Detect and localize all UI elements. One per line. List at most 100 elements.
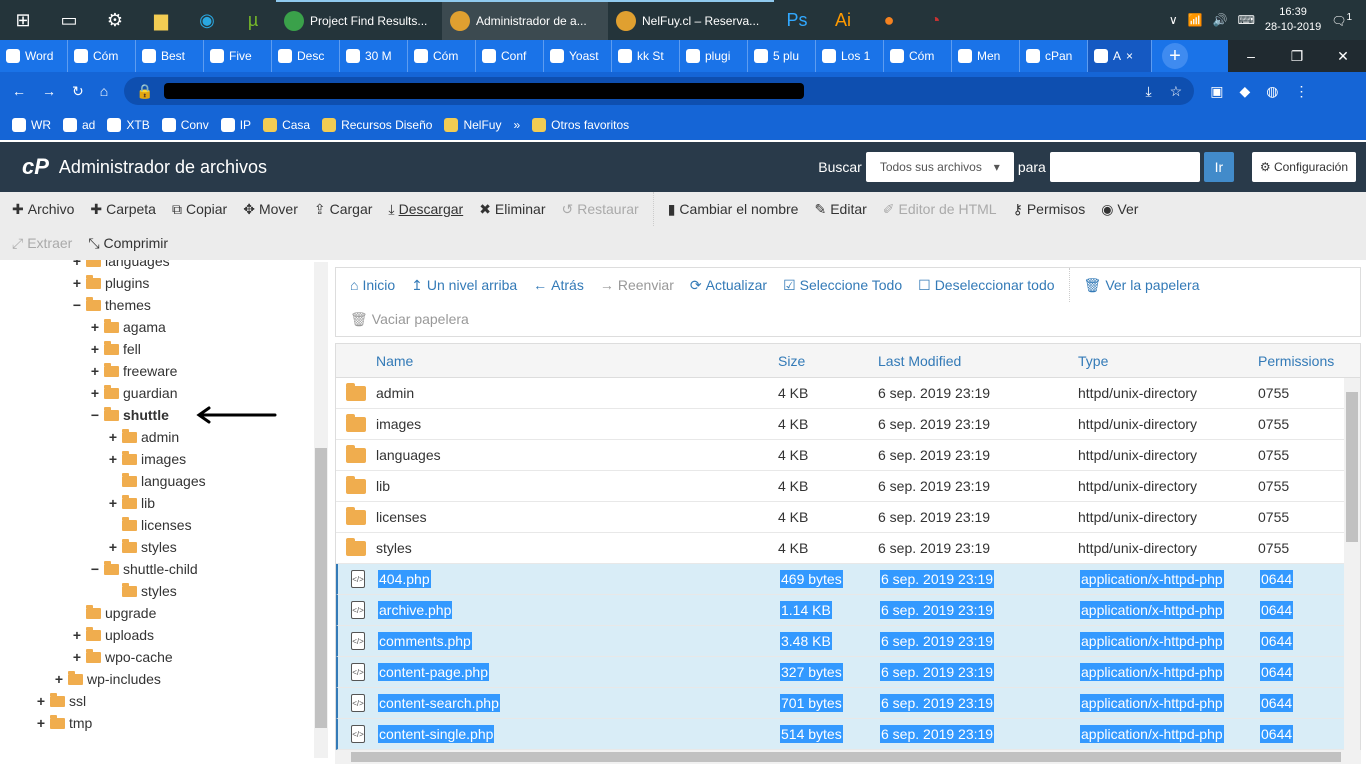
browser-tab[interactable]: 5 plu (748, 40, 816, 72)
toolbar-archivo-button[interactable]: ✚ Archivo (4, 192, 82, 226)
expand-toggle-icon[interactable]: + (72, 260, 82, 269)
tree-node-wpo-cache[interactable]: + wpo-cache (72, 646, 173, 668)
action-actualizar-button[interactable]: ⟳ Actualizar (682, 277, 775, 294)
tree-node-images[interactable]: + images (108, 448, 186, 470)
file-row[interactable]: </> content-page.php 327 bytes 6 sep. 2019 … (336, 657, 1360, 688)
toolbar-extraer-button[interactable]: ⤢ Extraer (4, 226, 80, 260)
restore-button[interactable]: ❐ (1274, 40, 1320, 72)
browser-tab[interactable]: 30 M (340, 40, 408, 72)
search-input[interactable] (1049, 152, 1200, 182)
profile-avatar[interactable]: ◍ (1266, 83, 1278, 100)
file-row[interactable]: admin 4 KB 6 sep. 2019 23:19 httpd/unix-dir… (336, 378, 1360, 409)
file-row[interactable]: </> content-single.php 514 bytes 6 sep. 201… (336, 719, 1360, 750)
action-reenviar-button[interactable]: → Reenviar (592, 277, 682, 293)
bookmark-item[interactable]: Recursos Diseño (322, 118, 432, 132)
keyboard-icon[interactable]: ⌨ (1238, 13, 1255, 27)
toolbar-eliminar-button[interactable]: ✖ Eliminar (471, 192, 553, 226)
action-deseleccionar-todo-button[interactable]: ☐ Deseleccionar todo (910, 277, 1062, 294)
taskbar-app[interactable]: NelFuy.cl – Reserva... (608, 0, 774, 40)
expand-toggle-icon[interactable]: + (36, 693, 46, 709)
toolbar-mover-button[interactable]: ✥ Mover (235, 192, 306, 226)
browser-tab[interactable]: Conf (476, 40, 544, 72)
minimize-button[interactable]: – (1228, 40, 1274, 72)
tree-node-upgrade[interactable]: upgrade (72, 602, 156, 624)
bookmark-item[interactable]: Otros favoritos (532, 118, 629, 132)
bookmark-star-icon[interactable]: ☆ (1170, 83, 1183, 100)
task-view-icon[interactable]: ▭ (46, 0, 92, 40)
action-vaciar-papelera-button[interactable]: 🗑 Vaciar papelera (342, 311, 477, 328)
expand-toggle-icon[interactable]: + (72, 649, 82, 665)
expand-toggle-icon[interactable]: + (90, 385, 100, 401)
column-name[interactable]: Name (376, 353, 778, 369)
tree-node-agama[interactable]: + agama (90, 316, 166, 338)
close-window-button[interactable]: ✕ (1320, 40, 1366, 72)
expand-toggle-icon[interactable]: + (108, 539, 118, 555)
taskbar-app[interactable]: Administrador de a... (442, 0, 608, 40)
bookmark-item[interactable]: WR (12, 118, 51, 132)
action-ver-la-papelera-button[interactable]: 🗑 Ver la papelera (1076, 277, 1208, 294)
toolbar-restaurar-button[interactable]: ↺ Restaurar (554, 192, 647, 226)
action-inicio-button[interactable]: ⌂ Inicio (342, 277, 403, 293)
horizontal-scrollbar-thumb[interactable] (351, 752, 1341, 762)
tree-node-styles[interactable]: styles (108, 580, 177, 602)
toolbar-cambiar-el-nombre-button[interactable]: ▮ Cambiar el nombre (660, 192, 807, 226)
expand-toggle-icon[interactable]: + (108, 429, 118, 445)
go-button[interactable]: Ir (1203, 152, 1234, 182)
app-icon[interactable]: ◉ (184, 0, 230, 40)
browser-tab[interactable]: Los 1 (816, 40, 884, 72)
tree-node-uploads[interactable]: + uploads (72, 624, 154, 646)
browser-tab[interactable]: Men (952, 40, 1020, 72)
expand-toggle-icon[interactable]: + (54, 671, 64, 687)
extension-icon[interactable]: ◆ (1239, 83, 1250, 100)
tree-node-guardian[interactable]: + guardian (90, 382, 178, 404)
settings-icon[interactable]: ⚙ (92, 0, 138, 40)
toolbar-descargar-button[interactable]: ⤓ Descargar (380, 192, 471, 226)
toolbar-comprimir-button[interactable]: ⤡ Comprimir (80, 226, 176, 260)
tree-node-ssl[interactable]: + ssl (36, 690, 86, 712)
browser-tab[interactable]: Word (0, 40, 68, 72)
start-icon[interactable]: ⊞ (0, 0, 46, 40)
tree-node-licenses[interactable]: licenses (108, 514, 192, 536)
expand-toggle-icon[interactable]: + (90, 319, 100, 335)
column-size[interactable]: Size (778, 353, 878, 369)
expand-toggle-icon[interactable]: + (108, 495, 118, 511)
browser-tab[interactable]: Five (204, 40, 272, 72)
back-icon[interactable]: ← (12, 83, 26, 99)
tree-node-languages[interactable]: languages (108, 470, 206, 492)
expand-toggle-icon[interactable]: + (36, 715, 46, 731)
browser-tab[interactable]: Best (136, 40, 204, 72)
expand-toggle-icon[interactable]: + (90, 363, 100, 379)
toolbar-editar-button[interactable]: ✎ Editar (806, 192, 874, 226)
tree-scrollbar-thumb[interactable] (315, 448, 327, 728)
toolbar-copiar-button[interactable]: ⧉ Copiar (164, 192, 235, 226)
toolbar-editor-de-html-button[interactable]: ✐ Editor de HTML (875, 192, 1005, 226)
tree-node-languages[interactable]: + languages (72, 260, 170, 272)
tree-node-tmp[interactable]: + tmp (36, 712, 92, 734)
toolbar-carpeta-button[interactable]: ✚ Carpeta (82, 192, 164, 226)
tree-node-plugins[interactable]: + plugins (72, 272, 149, 294)
action-atrás-button[interactable]: ← Atrás (525, 277, 592, 293)
browser-tab[interactable]: Desc (272, 40, 340, 72)
file-row[interactable]: </> 404.php 469 bytes 6 sep. 2019 23:19 appl… (336, 564, 1360, 595)
file-list-scrollbar[interactable] (1344, 378, 1360, 762)
expand-toggle-icon[interactable]: − (90, 407, 100, 423)
photoshop-icon[interactable]: Ps (774, 0, 820, 40)
tree-node-themes[interactable]: − themes (72, 294, 151, 316)
browser-tab[interactable]: Yoast (544, 40, 612, 72)
file-row[interactable]: </> archive.php 1.14 KB 6 sep. 2019 23:19 ap… (336, 595, 1360, 626)
action-seleccione-todo-button[interactable]: ☑ Seleccione Todo (775, 277, 910, 294)
menu-icon[interactable]: ⋮ (1294, 83, 1308, 100)
tree-node-styles[interactable]: + styles (108, 536, 177, 558)
taskbar-app[interactable]: Project Find Results... (276, 0, 442, 40)
file-row[interactable]: languages 4 KB 6 sep. 2019 23:19 httpd/unix… (336, 440, 1360, 471)
bookmark-item[interactable]: » (513, 118, 520, 132)
tree-node-admin[interactable]: + admin (108, 426, 179, 448)
toolbar-cargar-button[interactable]: ⇪ Cargar (306, 192, 381, 226)
forward-icon[interactable]: → (42, 83, 56, 99)
tree-node-shuttle[interactable]: − shuttle (90, 404, 169, 426)
expand-toggle-icon[interactable]: + (90, 341, 100, 357)
file-row[interactable]: </> content-search.php 701 bytes 6 sep. 201… (336, 688, 1360, 719)
column-last-modified[interactable]: Last Modified (878, 353, 1078, 369)
chevron-up-icon[interactable]: ∨ (1169, 13, 1178, 27)
illustrator-icon[interactable]: Ai (820, 0, 866, 40)
